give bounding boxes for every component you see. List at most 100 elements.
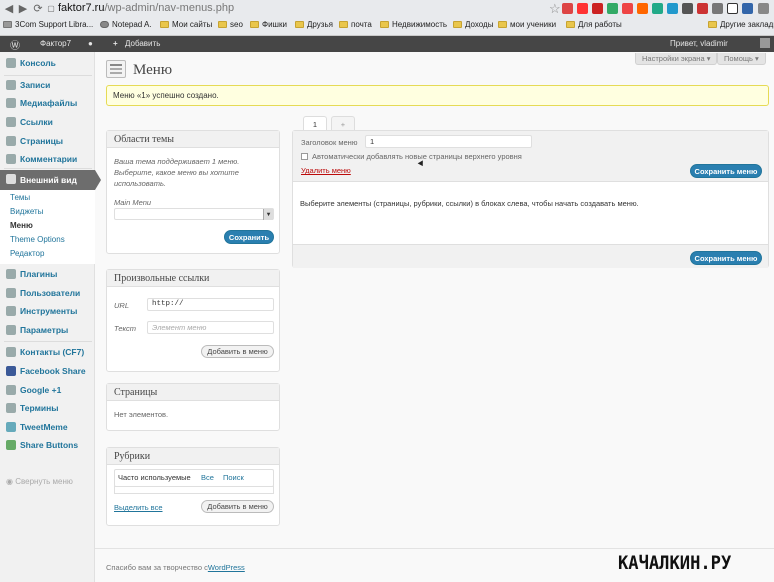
extension-icon[interactable]	[637, 3, 648, 14]
extension-icon[interactable]	[742, 3, 753, 14]
bookmark-folder[interactable]: Доходы	[453, 20, 493, 29]
sidebar-item-media[interactable]: Медиафайлы	[0, 94, 95, 112]
extension-icon[interactable]	[592, 3, 603, 14]
select-all-link[interactable]: Выделить все	[114, 503, 163, 512]
url-host: faktor7.ru	[58, 2, 105, 14]
extension-icon[interactable]	[652, 3, 663, 14]
comments-bubble-icon[interactable]: ●	[88, 39, 93, 48]
sidebar-item-terms[interactable]: Термины	[0, 399, 95, 417]
extensions-bar	[562, 3, 774, 16]
extension-icon[interactable]	[697, 3, 708, 14]
sidebar-item-posts[interactable]: Записи	[0, 76, 95, 94]
submenu-item-widgets[interactable]: Виджеты	[10, 207, 43, 216]
save-menu-button-bottom[interactable]: Сохранить меню	[690, 251, 762, 265]
auto-add-label: Автоматически добавлять новые страницы в…	[312, 152, 522, 161]
sidebar-item-links[interactable]: Ссылки	[0, 113, 95, 131]
bookmark-folder[interactable]: мои ученики	[498, 20, 556, 29]
bookmark-item[interactable]: Notepad A.	[100, 20, 152, 29]
sidebar-item-users[interactable]: Пользователи	[0, 284, 95, 302]
tab-add-menu[interactable]: +	[331, 116, 355, 131]
box-title[interactable]: Произвольные ссылки	[107, 270, 279, 287]
bookmark-folder[interactable]: почта	[339, 20, 372, 29]
submenu-item-theme-options[interactable]: Theme Options	[10, 235, 65, 244]
share-icon	[6, 440, 16, 450]
tab-popular[interactable]: Часто используемые	[118, 473, 191, 482]
avatar[interactable]	[760, 38, 770, 48]
help-button[interactable]: Помощь ▾	[717, 53, 766, 65]
main-menu-select[interactable]: ▼	[114, 208, 274, 220]
save-locations-button[interactable]: Сохранить	[224, 230, 274, 244]
sidebar-item-settings[interactable]: Параметры	[0, 321, 95, 339]
bookmark-folder[interactable]: Для работы	[566, 20, 622, 29]
menu-name-input[interactable]: 1	[365, 135, 532, 148]
posts-icon	[6, 80, 16, 90]
sidebar-item-dashboard[interactable]: Консоль	[0, 54, 95, 72]
sidebar-item-plugins[interactable]: Плагины	[0, 265, 95, 283]
sidebar-item-google-plus[interactable]: Google +1	[0, 381, 95, 399]
screen-options-button[interactable]: Настройки экрана ▾	[635, 53, 718, 65]
tweetmeme-icon	[6, 422, 16, 432]
tab-search[interactable]: Поиск	[223, 473, 244, 482]
submenu-item-editor[interactable]: Редактор	[10, 249, 44, 258]
bookmark-folder[interactable]: Друзья	[295, 20, 333, 29]
submenu-item-themes[interactable]: Темы	[10, 193, 30, 202]
sidebar-item-tweetmeme[interactable]: TweetMeme	[0, 418, 95, 436]
wrench-icon[interactable]	[758, 3, 769, 14]
reload-icon[interactable]: ⟳	[32, 3, 44, 15]
forward-icon[interactable]: ▶	[17, 3, 29, 15]
sidebar-item-tools[interactable]: Инструменты	[0, 302, 95, 320]
tab-all[interactable]: Все	[201, 473, 214, 482]
add-categories-button[interactable]: Добавить в меню	[201, 500, 274, 513]
bookmark-item[interactable]: 3Com Support Libra...	[3, 20, 93, 29]
extension-icon[interactable]	[577, 3, 588, 14]
add-custom-link-button[interactable]: Добавить в меню	[201, 345, 274, 358]
address-bar[interactable]: faktor7.ru/wp-admin/nav-menus.php	[58, 2, 234, 14]
extension-icon[interactable]	[622, 3, 633, 14]
sidebar-item-contacts[interactable]: Контакты (CF7)	[0, 343, 95, 361]
site-name-link[interactable]: Фактор7	[40, 39, 71, 48]
users-icon	[6, 288, 16, 298]
new-content-icon[interactable]: +	[113, 39, 118, 48]
delete-menu-link[interactable]: Удалить меню	[301, 166, 351, 175]
collapse-menu-button[interactable]: ◉ Свернуть меню	[6, 477, 73, 486]
extension-icon[interactable]	[727, 3, 738, 14]
box-title[interactable]: Области темы	[107, 131, 279, 148]
google-icon	[6, 385, 16, 395]
bookmark-star-icon[interactable]: ☆	[549, 1, 561, 17]
bookmark-folder[interactable]: seo	[218, 20, 243, 29]
extension-icon[interactable]	[667, 3, 678, 14]
back-icon[interactable]: ◀	[3, 3, 15, 15]
extension-icon[interactable]	[607, 3, 618, 14]
wordpress-logo-icon[interactable]: Ⓦ	[10, 37, 20, 52]
sidebar-item-facebook-share[interactable]: Facebook Share	[0, 362, 95, 380]
sidebar-item-comments[interactable]: Комментарии	[0, 150, 95, 168]
extension-icon[interactable]	[682, 3, 693, 14]
browser-toolbar: ◀ ▶ ⟳ ▢ faktor7.ru/wp-admin/nav-menus.ph…	[0, 0, 774, 36]
sidebar-item-pages[interactable]: Страницы	[0, 132, 95, 150]
sidebar-item-share-buttons[interactable]: Share Buttons	[0, 436, 95, 454]
sidebar-item-appearance[interactable]: Внешний вид	[0, 170, 101, 190]
bookmark-folder[interactable]: Недвижимость	[380, 20, 447, 29]
submenu-item-menus[interactable]: Меню	[10, 221, 33, 230]
extension-icon[interactable]	[712, 3, 723, 14]
extension-icon[interactable]	[562, 3, 573, 14]
bookmark-folder[interactable]: Мои сайты	[160, 20, 212, 29]
admin-sidebar: Консоль Записи Медиафайлы Ссылки Страниц…	[0, 52, 101, 582]
menu-editor-footer: Сохранить меню	[293, 244, 768, 268]
terms-icon	[6, 403, 16, 413]
box-title[interactable]: Рубрики	[107, 448, 279, 465]
tab-menu-1[interactable]: 1	[303, 116, 327, 131]
wordpress-link[interactable]: WordPress	[208, 563, 245, 572]
links-icon	[6, 117, 16, 127]
url-input[interactable]: http://	[147, 298, 274, 311]
link-text-input[interactable]: Элемент меню	[147, 321, 274, 334]
bookmark-folder[interactable]: Фишки	[250, 20, 287, 29]
user-greeting[interactable]: Привет, vladimir	[670, 39, 728, 48]
new-content-link[interactable]: Добавить	[125, 39, 160, 48]
appearance-icon	[6, 174, 16, 184]
other-bookmarks[interactable]: Другие закладки	[708, 20, 774, 29]
admin-bar: Ⓦ Фактор7 ● + Добавить Привет, vladimir	[0, 36, 774, 52]
box-title[interactable]: Страницы	[107, 384, 279, 401]
auto-add-checkbox[interactable]	[301, 153, 308, 160]
save-menu-button[interactable]: Сохранить меню	[690, 164, 762, 178]
